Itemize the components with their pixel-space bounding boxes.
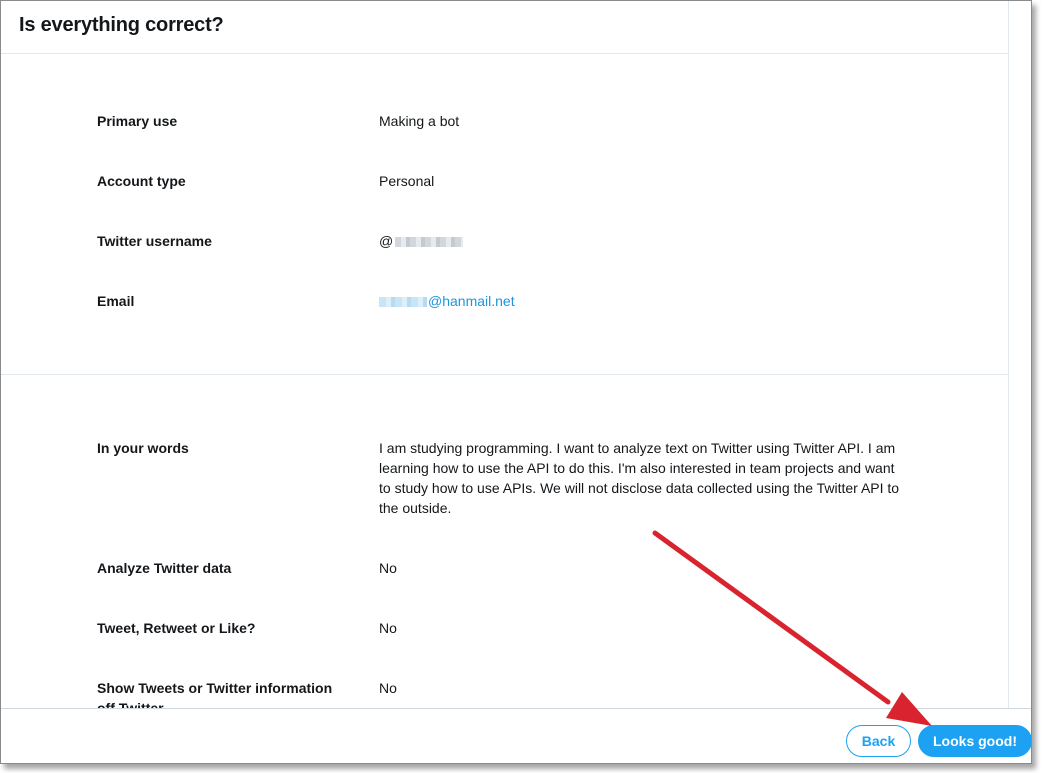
review-dialog: Is everything correct? Primary use Makin… [0, 0, 1032, 764]
page-title: Is everything correct? [19, 14, 224, 36]
row-label: Account type [97, 173, 186, 189]
section-divider [1, 374, 1008, 375]
row-label: In your words [97, 440, 189, 456]
dialog-scroll-content[interactable]: Is everything correct? Primary use Makin… [1, 1, 1009, 708]
username-prefix: @ [379, 233, 394, 249]
dialog-header: Is everything correct? [1, 1, 1008, 54]
row-label: Email [97, 293, 135, 309]
row-value: Making a bot [379, 113, 460, 129]
row-value-email[interactable]: @hanmail.net [379, 291, 907, 311]
back-button[interactable]: Back [846, 725, 911, 757]
row-label: Show Tweets or Twitter information off T… [97, 680, 333, 708]
email-domain: @hanmail.net [428, 293, 515, 309]
row-value: No [379, 560, 397, 576]
redacted-email-local-part [379, 297, 427, 308]
row-value: No [379, 620, 397, 636]
row-label: Tweet, Retweet or Like? [97, 620, 256, 636]
redacted-username [395, 237, 464, 248]
row-value: I am studying programming. I want to ana… [379, 440, 900, 516]
row-label: Analyze Twitter data [97, 560, 232, 576]
looks-good-button[interactable]: Looks good! [918, 725, 1031, 757]
dialog-footer: Back Looks good! [1, 708, 1031, 763]
screen: Is everything correct? Primary use Makin… [0, 0, 1047, 773]
row-value: No [379, 680, 397, 696]
row-label: Primary use [97, 113, 178, 129]
row-label: Twitter username [97, 233, 212, 249]
row-value-username: @ [379, 231, 907, 251]
row-value: Personal [379, 173, 435, 189]
